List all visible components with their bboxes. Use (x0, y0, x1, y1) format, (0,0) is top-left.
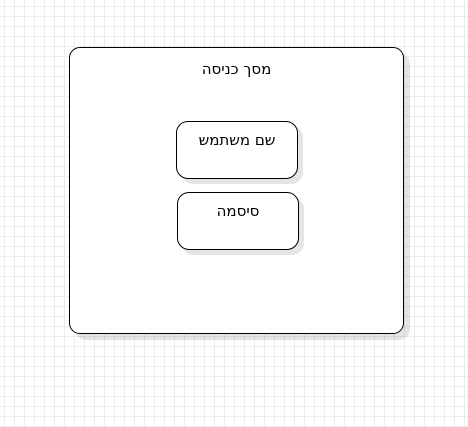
password-label: סיסמה (216, 202, 260, 220)
username-field[interactable]: שם משתמש (176, 121, 298, 179)
login-screen-frame: מסך כניסה שם משתמש סיסמה (69, 47, 404, 334)
diagram-canvas: מסך כניסה שם משתמש סיסמה (0, 0, 468, 427)
username-label: שם משתמש (198, 131, 276, 149)
login-screen-title: מסך כניסה (201, 60, 272, 78)
password-field[interactable]: סיסמה (177, 192, 299, 250)
